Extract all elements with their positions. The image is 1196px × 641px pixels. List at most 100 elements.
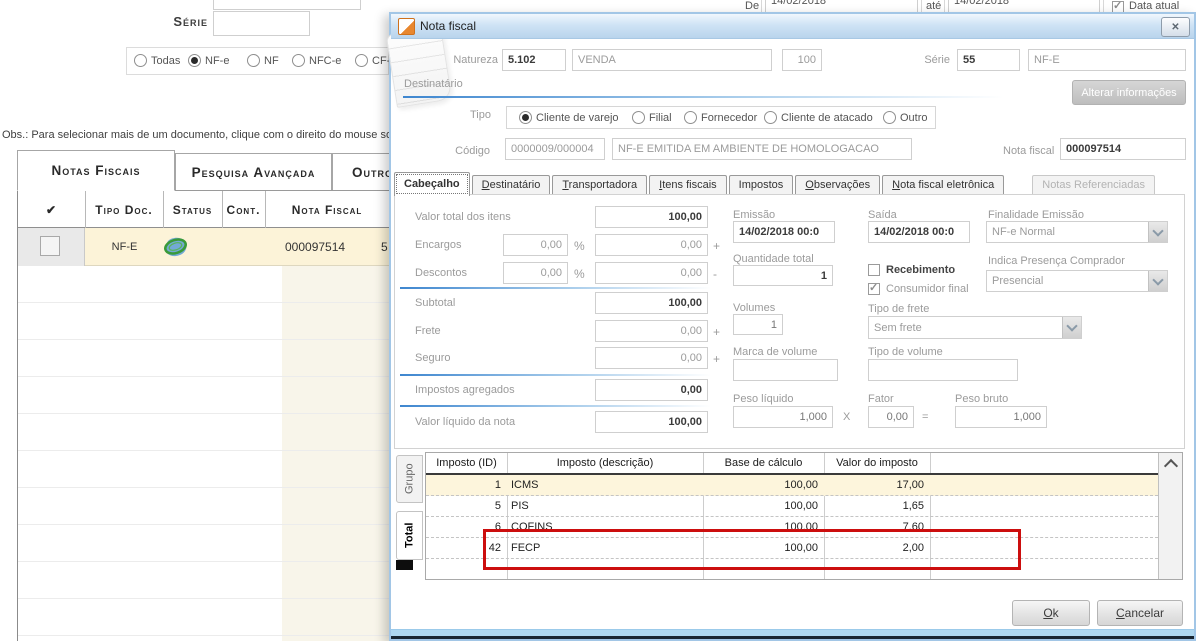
nota-fiscal-input[interactable]: 000097514 — [1060, 138, 1186, 160]
emissao-input[interactable]: 14/02/2018 00:0 — [733, 221, 835, 243]
radio-nf[interactable]: NF — [247, 54, 279, 67]
col-imposto-descricao[interactable]: Imposto (descrição) — [507, 453, 703, 473]
finalidade-select[interactable]: NF-e Normal — [986, 221, 1168, 243]
radio-nfe[interactable]: NF-e — [188, 54, 229, 67]
imposto-row[interactable]: 1 ICMS 100,00 17,00 — [426, 475, 1158, 496]
radio-icon — [684, 111, 697, 124]
descontos-pct-input[interactable]: 0,00 — [503, 262, 568, 284]
col-imposto-id[interactable]: Imposto (ID) — [426, 453, 507, 473]
tab-notas-referenciadas: Notas Referenciadas — [1032, 175, 1155, 195]
natureza-aux-input[interactable]: 100 — [782, 49, 822, 71]
encargos-pct-input[interactable]: 0,00 — [503, 234, 568, 256]
table-row[interactable]: NF-E 000097514 5 — [18, 228, 389, 266]
radio-outro[interactable]: Outro — [883, 111, 928, 124]
tab-cabecalho[interactable]: Cabeçalho — [394, 172, 470, 196]
radio-todas[interactable]: Todas — [134, 54, 180, 67]
chevron-down-icon — [1062, 317, 1081, 338]
close-button[interactable]: ✕ — [1161, 17, 1190, 37]
destinatario-nome-input[interactable]: NF-E EMITIDA EM AMBIENTE DE HOMOLOGACAO — [612, 138, 912, 160]
table-scrollbar[interactable] — [1158, 453, 1182, 579]
seguro-input[interactable]: 0,00 — [595, 347, 708, 369]
tab-itens-fiscais[interactable]: Itens fiscais — [649, 175, 727, 195]
fator-input[interactable]: 0,00 — [868, 406, 914, 428]
col-nota-fiscal[interactable]: Nota Fiscal — [265, 191, 389, 229]
percent-sign: % — [574, 239, 585, 253]
impostos-agregados-input[interactable]: 0,00 — [595, 379, 708, 401]
col-valor-imposto[interactable]: Valor do imposto — [824, 453, 930, 473]
consumidor-final-checkbox[interactable] — [868, 281, 880, 295]
dialog-titlebar[interactable]: Nota fiscal ✕ — [391, 14, 1194, 39]
serie-desc-input[interactable]: NF-E — [1028, 49, 1186, 71]
peso-liquido-label: Peso líquido — [733, 393, 794, 405]
side-tab-grupo[interactable]: Grupo — [396, 455, 423, 503]
grid-empty-rows — [18, 266, 389, 641]
natureza-code-input[interactable]: 5.102 — [502, 49, 566, 71]
frete-label: Frete — [415, 325, 441, 337]
plus-sign: + — [713, 239, 721, 253]
radio-icon — [134, 54, 147, 67]
side-tab-total[interactable]: Total — [396, 511, 423, 560]
col-base-calculo[interactable]: Base de cálculo — [703, 453, 824, 473]
consumidor-final-label: Consumidor final — [886, 283, 969, 295]
col-cont[interactable]: Cont. — [222, 191, 265, 229]
annotation-rectangle — [483, 529, 1021, 570]
saida-input[interactable]: 14/02/2018 00:0 — [868, 221, 970, 243]
cancel-button[interactable]: Cancelar — [1097, 600, 1183, 626]
doc-type-group: Todas NF-e NF NFC-e CF-e SAT — [126, 47, 420, 75]
ok-button[interactable]: Ok — [1012, 600, 1090, 626]
tab-pesquisa-avancada[interactable]: Pesquisa Avançada — [175, 153, 332, 191]
valor-liquido-input[interactable]: 100,00 — [595, 411, 708, 433]
side-tab-indicator — [396, 560, 413, 570]
col-status[interactable]: Status — [163, 191, 222, 229]
radio-fornecedor[interactable]: Fornecedor — [684, 111, 757, 124]
valor-total-input[interactable]: 100,00 — [595, 206, 708, 228]
recebimento-checkbox[interactable] — [868, 264, 880, 276]
natureza-desc-input[interactable]: VENDA — [572, 49, 772, 71]
screen: Série Todas NF-e NF NFC-e CF-e SAT Obs.:… — [0, 0, 1196, 641]
plus-sign: + — [713, 352, 721, 366]
radio-nfce[interactable]: NFC-e — [292, 54, 341, 67]
row-next-col: 5 — [381, 240, 388, 254]
codigo-label: Código — [455, 145, 490, 157]
scroll-up-icon[interactable] — [1163, 458, 1179, 474]
radio-cliente-varejo[interactable]: Cliente de varejo — [519, 111, 619, 124]
saida-label: Saída — [868, 209, 897, 221]
radio-filial[interactable]: Filial — [632, 111, 672, 124]
alterar-informacoes-button[interactable]: Alterar informações — [1072, 80, 1186, 105]
imposto-row[interactable]: 5 PIS 100,00 1,65 — [426, 496, 1158, 517]
subtotal-input[interactable]: 100,00 — [595, 292, 708, 314]
percent-sign: % — [574, 267, 585, 281]
marca-volume-input[interactable] — [733, 359, 838, 381]
tab-destinatario[interactable]: Destinatário — [471, 175, 551, 195]
destinatario-group-label: Destinatário — [404, 78, 463, 90]
tab-notas-fiscais[interactable]: Notas Fiscais — [17, 150, 175, 191]
tab-transportadora[interactable]: Transportadora — [552, 175, 648, 195]
serie-code-input[interactable]: 55 — [957, 49, 1020, 71]
tab-nota-fiscal-eletronica[interactable]: Nota fiscal eletrônica — [882, 175, 1005, 195]
tipo-frete-select[interactable]: Sem frete — [868, 316, 1082, 339]
tab-observacoes[interactable]: Observações — [795, 175, 881, 195]
col-check[interactable]: ✔ — [17, 191, 85, 229]
volumes-input[interactable]: 1 — [733, 314, 783, 335]
col-tipo-doc[interactable]: Tipo Doc. — [85, 191, 163, 229]
presenca-select[interactable]: Presencial — [986, 270, 1168, 292]
row-checkbox[interactable] — [40, 236, 60, 256]
codigo-input[interactable]: 0000009/000004 — [505, 138, 605, 160]
volumes-label: Volumes — [733, 302, 776, 314]
radio-icon — [355, 54, 368, 67]
chevron-down-icon — [1148, 222, 1167, 242]
encargos-valor-input[interactable]: 0,00 — [595, 234, 708, 256]
quantidade-input[interactable]: 1 — [733, 265, 833, 286]
tipo-group: Cliente de varejo Filial Fornecedor Clie… — [506, 106, 936, 129]
frete-input[interactable]: 0,00 — [595, 320, 708, 342]
descontos-valor-input[interactable]: 0,00 — [595, 262, 708, 284]
row-nota-fiscal: 000097514 — [285, 240, 346, 254]
section-divider — [400, 287, 711, 289]
recebimento-label: Recebimento — [886, 264, 956, 276]
tipo-volume-input[interactable] — [868, 359, 1018, 381]
radio-cliente-atacado[interactable]: Cliente de atacado — [764, 111, 873, 124]
peso-liquido-input[interactable]: 1,000 — [733, 406, 833, 428]
peso-bruto-input[interactable]: 1,000 — [955, 406, 1047, 428]
tab-impostos[interactable]: Impostos — [728, 175, 794, 195]
group-underline — [403, 96, 1003, 98]
